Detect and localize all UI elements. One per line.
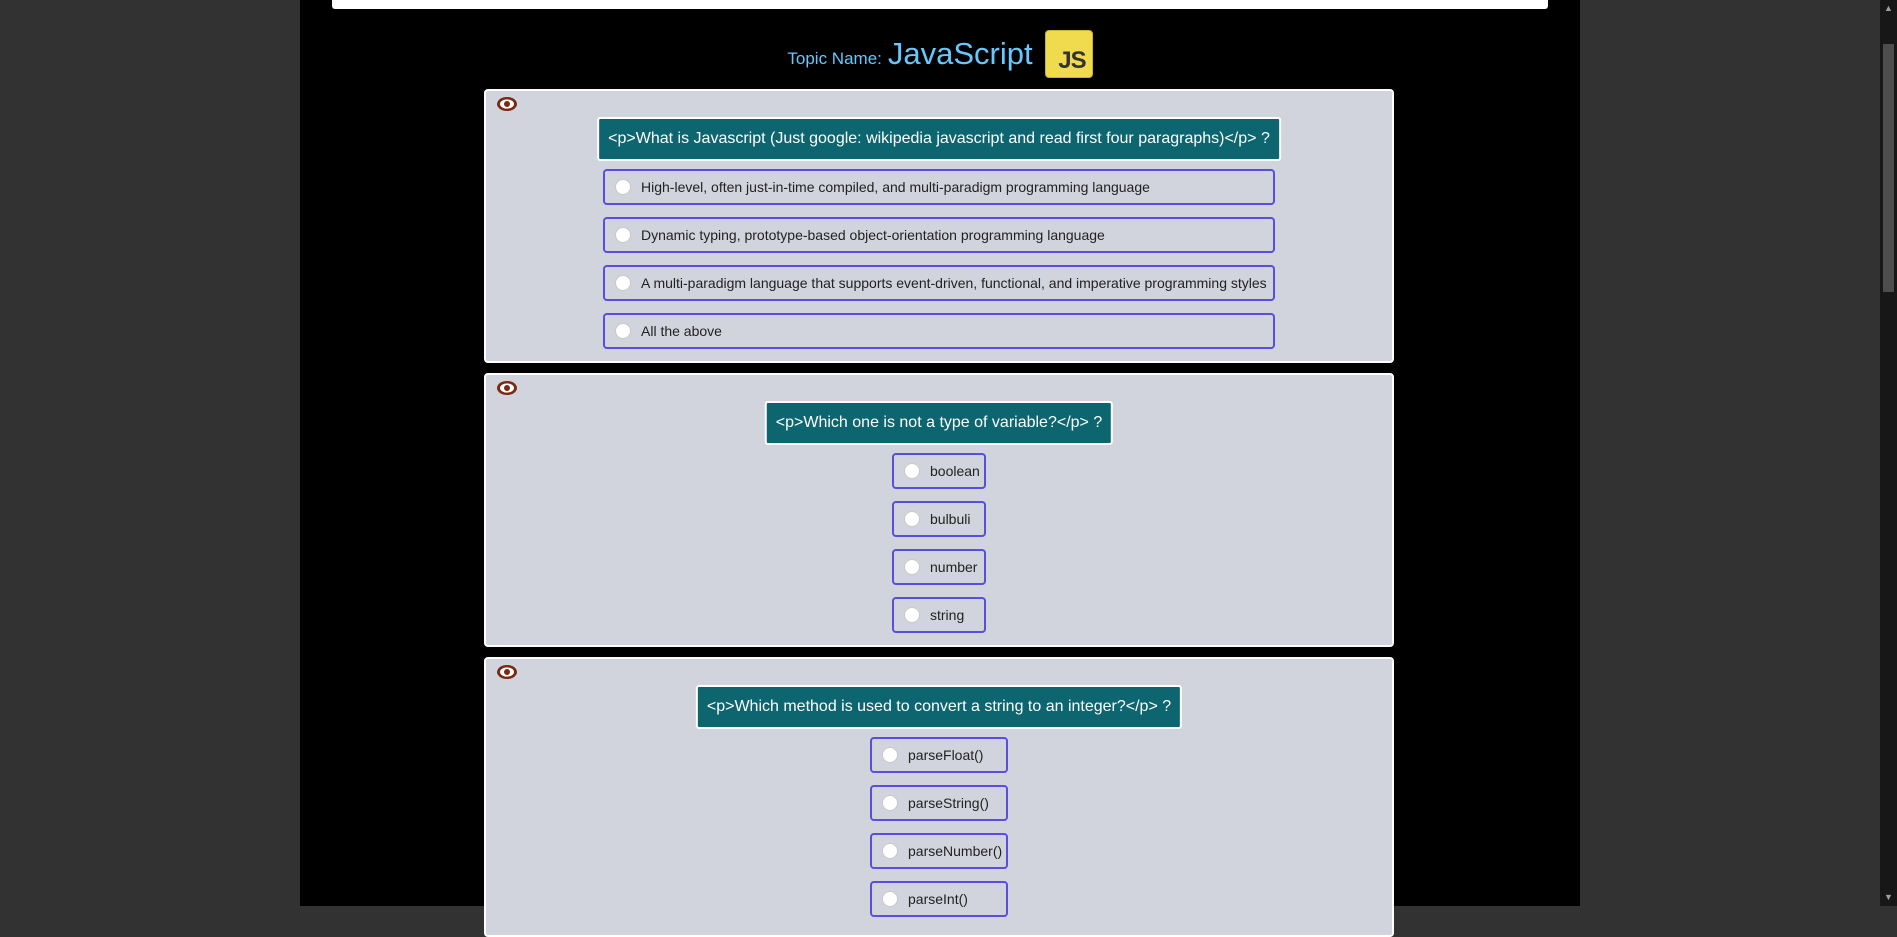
answer-option[interactable]: parseNumber() xyxy=(870,833,1008,869)
js-logo-text: JS xyxy=(1058,47,1086,74)
question-title: <p>Which one is not a type of variable?<… xyxy=(764,401,1114,445)
option-label: number xyxy=(930,559,978,575)
topic-name: JavaScript xyxy=(887,36,1033,71)
answer-option[interactable]: A multi-paradigm language that supports … xyxy=(603,265,1275,301)
topic-header: Topic Name: JavaScript JS xyxy=(300,28,1580,80)
option-label: parseString() xyxy=(908,795,989,811)
scrollbar[interactable]: ▲ ▼ xyxy=(1880,0,1897,906)
answer-option[interactable]: parseInt() xyxy=(870,881,1008,917)
option-label: string xyxy=(930,607,965,623)
eye-icon[interactable] xyxy=(496,664,518,680)
option-label: A multi-paradigm language that supports … xyxy=(641,275,1267,291)
answer-option[interactable]: All the above xyxy=(603,313,1275,349)
answer-option[interactable]: number xyxy=(892,549,986,585)
topic-label: Topic Name: xyxy=(787,49,882,68)
radio-button[interactable] xyxy=(904,607,920,623)
answer-option[interactable]: High-level, often just-in-time compiled,… xyxy=(603,169,1275,205)
scroll-thumb[interactable] xyxy=(1883,44,1894,292)
radio-button[interactable] xyxy=(904,511,920,527)
eye-icon[interactable] xyxy=(496,96,518,112)
top-bar xyxy=(332,0,1548,9)
answer-option[interactable]: parseString() xyxy=(870,785,1008,821)
radio-button[interactable] xyxy=(615,179,631,195)
answer-option[interactable]: parseFloat() xyxy=(870,737,1008,773)
option-label: parseFloat() xyxy=(908,747,984,763)
answer-option[interactable]: string xyxy=(892,597,986,633)
radio-button[interactable] xyxy=(882,891,898,907)
scroll-down-arrow-icon[interactable]: ▼ xyxy=(1880,889,1897,906)
js-logo: JS xyxy=(1044,30,1093,78)
option-label: Dynamic typing, prototype-based object-o… xyxy=(641,227,1105,243)
option-label: parseInt() xyxy=(908,891,968,907)
option-label: All the above xyxy=(641,323,722,339)
answer-option[interactable]: Dynamic typing, prototype-based object-o… xyxy=(603,217,1275,253)
radio-button[interactable] xyxy=(904,463,920,479)
option-label: bulbuli xyxy=(930,511,971,527)
option-label: High-level, often just-in-time compiled,… xyxy=(641,179,1150,195)
answer-option[interactable]: bulbuli xyxy=(892,501,986,537)
scroll-up-arrow-icon[interactable]: ▲ xyxy=(1880,0,1897,17)
question-title: <p>What is Javascript (Just google: wiki… xyxy=(597,117,1281,161)
option-label: parseNumber() xyxy=(908,843,1003,859)
radio-button[interactable] xyxy=(615,323,631,339)
radio-button[interactable] xyxy=(615,275,631,291)
radio-button[interactable] xyxy=(904,559,920,575)
eye-icon[interactable] xyxy=(496,380,518,396)
radio-button[interactable] xyxy=(882,795,898,811)
answer-option[interactable]: boolean xyxy=(892,453,986,489)
radio-button[interactable] xyxy=(882,747,898,763)
question-title: <p>Which method is used to convert a str… xyxy=(695,685,1183,729)
question-card: <p>Which method is used to convert a str… xyxy=(484,657,1394,937)
quiz-page: Topic Name: JavaScript JS <p>What is Jav… xyxy=(300,0,1580,937)
question-card: <p>Which one is not a type of variable?<… xyxy=(484,373,1394,647)
radio-button[interactable] xyxy=(882,843,898,859)
option-label: boolean xyxy=(930,463,980,479)
radio-button[interactable] xyxy=(615,227,631,243)
question-card: <p>What is Javascript (Just google: wiki… xyxy=(484,89,1394,363)
